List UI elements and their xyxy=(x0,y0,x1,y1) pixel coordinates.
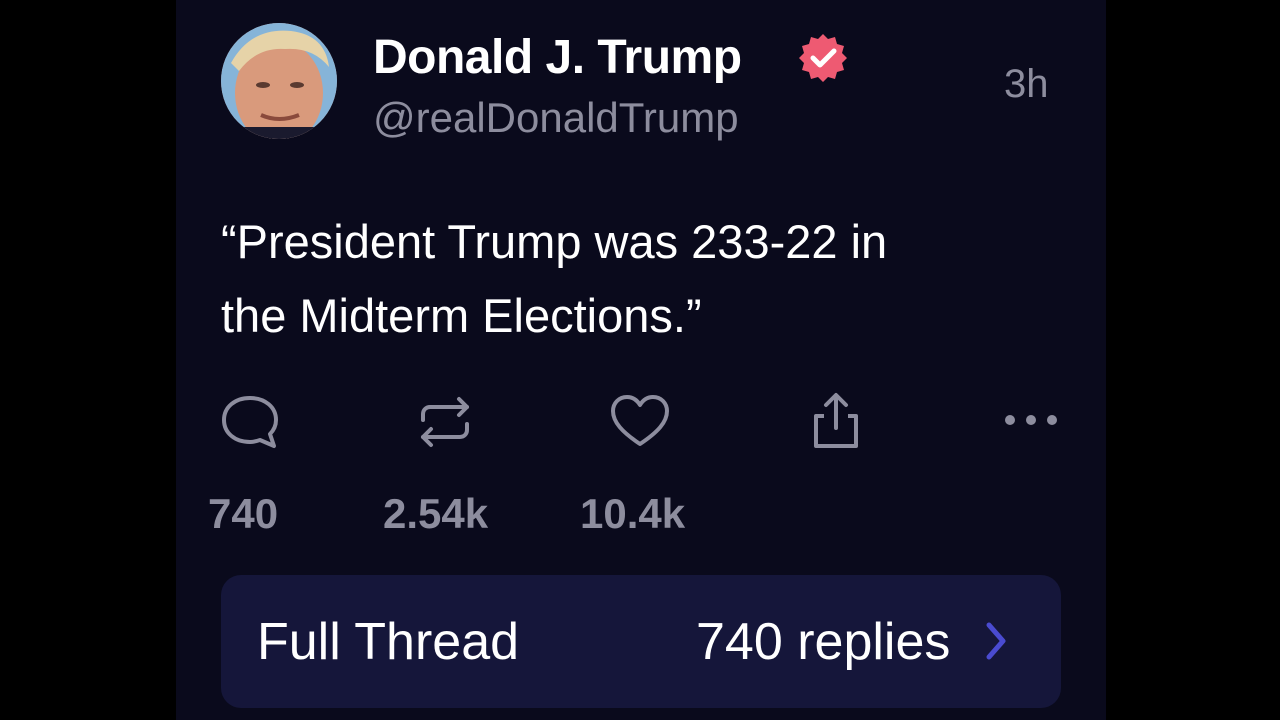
share-icon xyxy=(814,393,858,448)
chevron-right-icon xyxy=(986,622,1006,660)
user-handle[interactable]: @realDonaldTrump xyxy=(373,94,739,142)
thread-reply-count: 740 replies xyxy=(696,613,951,671)
verified-badge-icon xyxy=(799,34,847,82)
post-body: “President Trump was 233-22 in the Midte… xyxy=(221,215,888,342)
post-timestamp: 3h xyxy=(1004,62,1049,106)
avatar-portrait xyxy=(221,23,337,139)
reply-icon xyxy=(222,396,278,448)
reply-button[interactable] xyxy=(218,390,282,454)
display-name[interactable]: Donald J. Trump xyxy=(373,30,742,85)
like-button[interactable] xyxy=(608,390,672,454)
share-button[interactable] xyxy=(804,390,868,454)
repost-count: 2.54k xyxy=(383,490,489,537)
like-count: 10.4k xyxy=(580,490,686,537)
more-icon xyxy=(1005,415,1057,425)
heart-icon xyxy=(611,395,669,446)
repost-button[interactable] xyxy=(413,390,477,454)
reply-count: 740 xyxy=(208,490,279,537)
thread-title: Full Thread xyxy=(257,613,520,671)
repost-icon xyxy=(421,397,469,447)
more-options-button[interactable] xyxy=(1000,390,1064,454)
avatar[interactable] xyxy=(221,23,337,139)
full-thread-button[interactable]: Full Thread 740 replies xyxy=(221,575,1061,708)
